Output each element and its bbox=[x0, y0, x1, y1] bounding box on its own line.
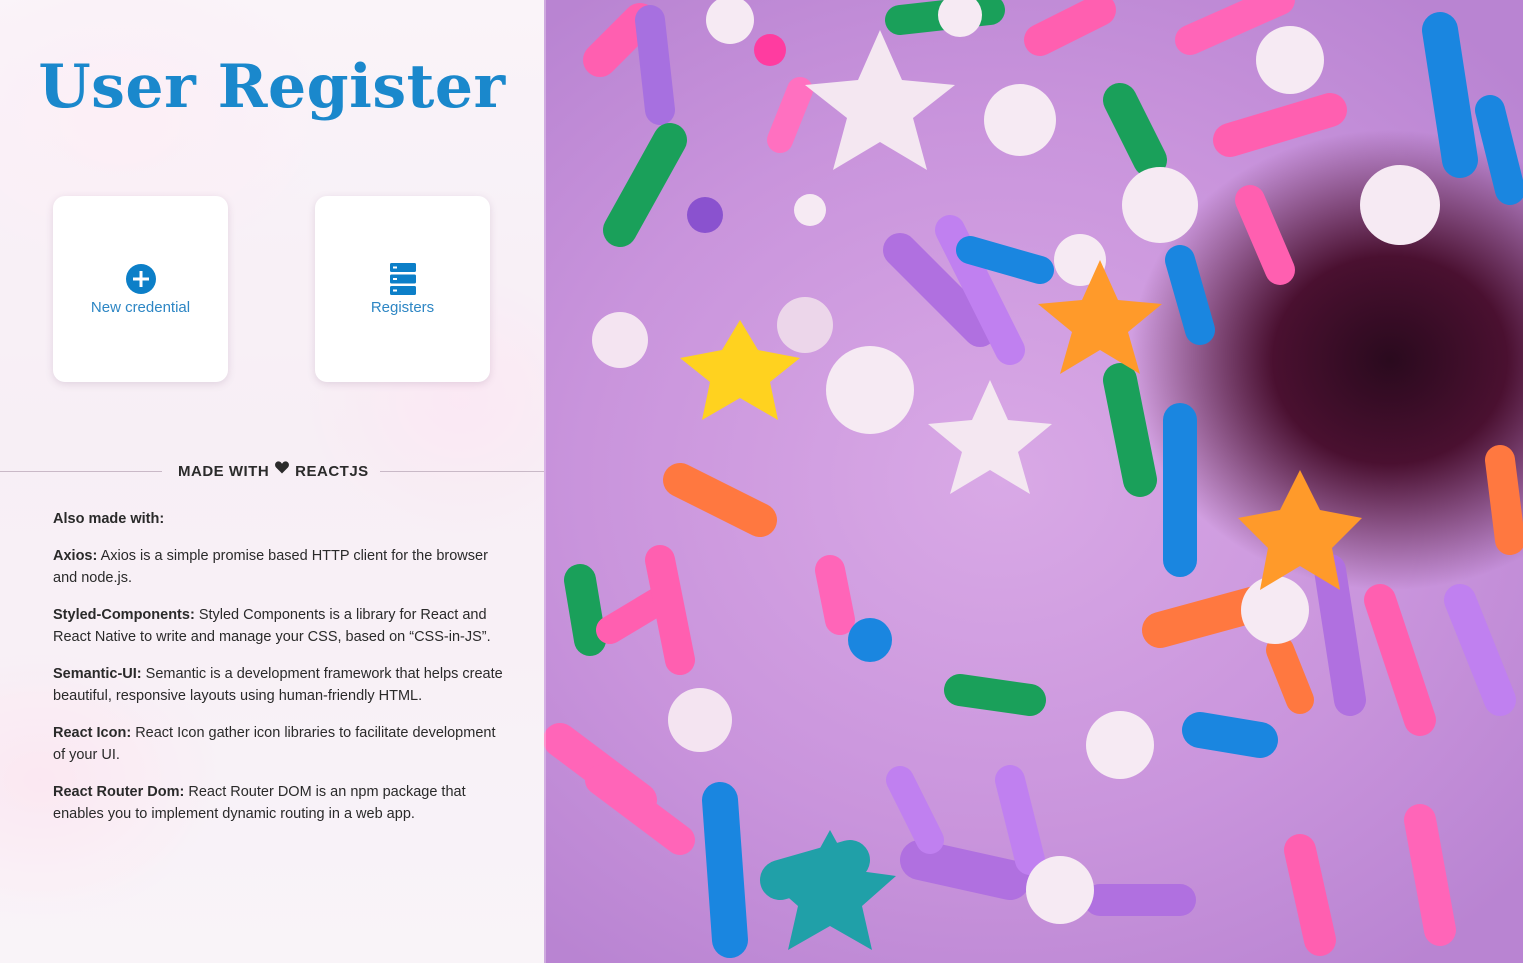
registers-card[interactable]: Registers bbox=[315, 196, 490, 382]
divider-line-left bbox=[0, 471, 162, 472]
made-with-suffix: REACTJS bbox=[295, 463, 369, 480]
page-title: User Register bbox=[38, 52, 506, 122]
left-panel: User Register New credential Registers M… bbox=[0, 0, 544, 963]
made-with-text: MADE WITH REACTJS bbox=[178, 461, 369, 480]
divider-line-right bbox=[380, 471, 544, 472]
made-with-divider: MADE WITH REACTJS bbox=[0, 460, 544, 484]
server-icon bbox=[387, 262, 419, 295]
new-credential-label: New credential bbox=[90, 298, 191, 316]
made-with-prefix: MADE WITH bbox=[178, 463, 270, 480]
lib-item-axios: Axios: Axios is a simple promise based H… bbox=[53, 545, 503, 589]
lib-name: React Router Dom: bbox=[53, 784, 185, 800]
new-credential-card[interactable]: New credential bbox=[53, 196, 228, 382]
lib-name: React Icon: bbox=[53, 725, 132, 741]
lib-item-semantic-ui: Semantic-UI: Semantic is a development f… bbox=[53, 663, 503, 707]
also-made-section: Also made with: Axios: Axios is a simple… bbox=[53, 508, 503, 840]
lib-item-react-icon: React Icon: React Icon gather icon libra… bbox=[53, 722, 503, 766]
registers-label: Registers bbox=[370, 298, 435, 316]
lib-item-react-router-dom: React Router Dom: React Router DOM is an… bbox=[53, 781, 503, 825]
lib-item-styled-components: Styled-Components: Styled Components is … bbox=[53, 604, 503, 648]
plus-circle-icon bbox=[125, 263, 157, 295]
also-made-heading: Also made with: bbox=[53, 511, 165, 527]
lib-desc: Axios is a simple promise based HTTP cli… bbox=[53, 548, 488, 586]
lib-name: Styled-Components: bbox=[53, 607, 195, 623]
lib-name: Axios: bbox=[53, 548, 98, 564]
heart-icon bbox=[275, 461, 290, 474]
lib-name: Semantic-UI: bbox=[53, 666, 142, 682]
